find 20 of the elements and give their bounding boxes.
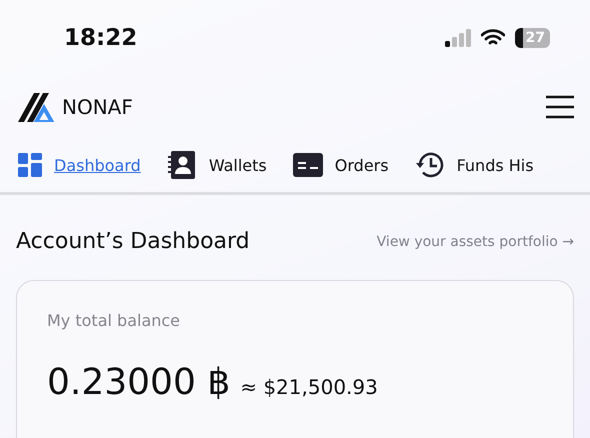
nav-tab[interactable]: Funds His bbox=[414, 150, 534, 180]
nav-tab[interactable]: Orders bbox=[292, 153, 389, 177]
battery-level: 27 bbox=[514, 28, 550, 48]
balance-label: My total balance bbox=[47, 311, 182, 330]
fiat-amount: ≈ $21,500.93 bbox=[240, 375, 378, 399]
logo-text: NONAF bbox=[62, 95, 133, 119]
nav-tab[interactable]: Wallets bbox=[166, 150, 267, 180]
history-icon bbox=[414, 150, 445, 180]
grid-icon bbox=[18, 153, 42, 177]
status-time: 18:22 bbox=[64, 25, 138, 51]
menu-icon bbox=[546, 95, 574, 119]
balance-amount: 0.23000 ฿ bbox=[47, 362, 230, 403]
wifi-icon bbox=[480, 29, 505, 47]
menu-button[interactable] bbox=[546, 95, 574, 119]
nav-tab[interactable]: Dashboard bbox=[18, 153, 141, 177]
portfolio-link[interactable]: View your assets portfolio → bbox=[376, 234, 574, 250]
signal-icon bbox=[444, 29, 471, 47]
contact-book-icon bbox=[166, 150, 197, 180]
card-icon bbox=[292, 153, 323, 177]
page-title: Account’s Dashboard bbox=[16, 229, 250, 254]
